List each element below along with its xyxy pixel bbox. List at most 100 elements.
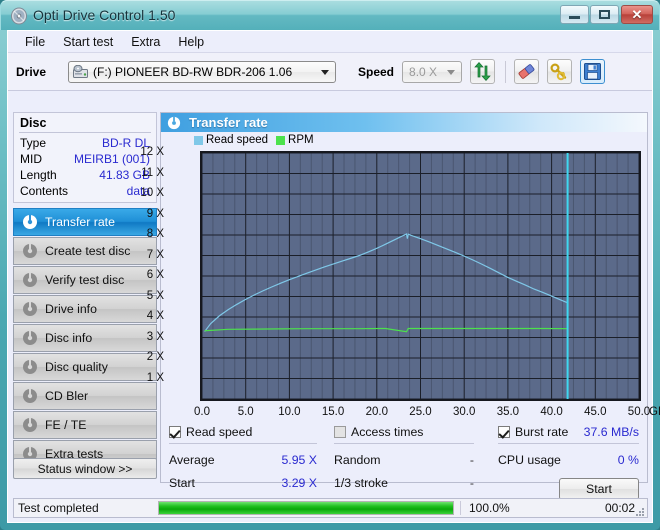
main-area: Disc Type BD-R DL MID MEIRB1 (001) Lengt… xyxy=(8,112,660,513)
x-axis-tick: 0.0 xyxy=(194,406,210,418)
legend-label-rpm: RPM xyxy=(288,134,314,146)
burst-rate-value: 37.6 MB/s xyxy=(583,425,639,439)
read-speed-label: Read speed xyxy=(186,425,253,439)
row-start: Start 3.29 X xyxy=(169,476,317,490)
access-times-checkbox[interactable] xyxy=(334,426,346,438)
status-text: Test completed xyxy=(18,501,99,515)
x-axis-tick: 5.0 xyxy=(237,406,254,418)
x-axis-tick: 25.0 xyxy=(409,406,432,418)
progress-percent: 100.0% xyxy=(460,501,526,515)
access-times-label: Access times xyxy=(351,425,424,439)
y-axis-tick: 3 X xyxy=(146,330,164,343)
average-value: 5.95 X xyxy=(281,453,317,467)
status-window-button[interactable]: Status window >> xyxy=(13,458,157,479)
burst-rate-label: Burst rate xyxy=(515,425,569,439)
start-button[interactable]: Start xyxy=(559,478,639,500)
read-speed-checkbox[interactable] xyxy=(169,426,181,438)
disc-icon xyxy=(22,272,38,288)
right-panel: Transfer rate Read speed RPM 1 X 2 X 3 X 4 … xyxy=(140,112,660,513)
drive-toolbar: Drive (F:) PIONEER BD-RW BDR-206 1.06 Sp… xyxy=(8,53,652,91)
toolbar-separator xyxy=(505,60,507,83)
x-axis-tick: 15.0 xyxy=(321,406,345,418)
divider xyxy=(334,443,474,444)
chart-container: Read speed RPM 1 X 2 X 3 X 4 X 5 X 6 X 7 X 8 X 9… xyxy=(140,132,660,420)
x-axis-tick: 10.0 xyxy=(278,406,301,418)
x-axis-tick: 20.0 xyxy=(365,406,388,418)
disc-icon xyxy=(10,7,28,25)
drive-value: (F:) PIONEER BD-RW BDR-206 1.06 xyxy=(93,64,293,79)
start-value: 3.29 X xyxy=(281,476,317,490)
start-label: Start xyxy=(169,476,195,490)
y-axis-tick: 5 X xyxy=(146,289,164,302)
disc-icon xyxy=(22,243,38,259)
menu-start-test[interactable]: Start test xyxy=(54,33,122,51)
minimize-icon[interactable] xyxy=(560,5,589,24)
results-column-burst-rate: Burst rate 37.6 MB/s CPU usage 0 % xyxy=(498,424,639,467)
speed-select[interactable]: 8.0 X xyxy=(402,60,463,83)
sidebar-item-label: FE / TE xyxy=(45,418,87,432)
panel-title: Transfer rate xyxy=(189,115,268,130)
access-times-header: Access times xyxy=(334,424,474,440)
disc-contents-label: Contents xyxy=(20,184,69,198)
third-stroke-value: - xyxy=(469,476,474,490)
third-stroke-label: 1/3 stroke xyxy=(334,476,388,490)
app-window: Opti Drive Control 1.50 ✕ File Start tes… xyxy=(0,0,660,530)
y-axis-tick: 10 X xyxy=(140,187,164,199)
y-axis-tick: 2 X xyxy=(146,351,164,363)
save-button[interactable] xyxy=(580,59,606,84)
disc-mid-label: MID xyxy=(20,152,42,166)
row-cpu-usage: CPU usage 0 % xyxy=(498,453,639,467)
sidebar-item-fe-te[interactable]: FE / TE xyxy=(13,411,157,439)
burst-rate-header: Burst rate 37.6 MB/s xyxy=(498,424,639,440)
read-speed-header: Read speed xyxy=(169,424,317,440)
menu-extra[interactable]: Extra xyxy=(122,33,169,51)
x-axis-tick: 35.0 xyxy=(496,406,520,418)
y-axis-tick: 8 X xyxy=(146,228,164,240)
y-axis-tick: 11 X xyxy=(141,166,164,179)
y-axis-tick: 1 X xyxy=(146,371,164,384)
legend-swatch-rpm xyxy=(276,135,286,145)
transfer-rate-plot xyxy=(200,151,641,401)
sidebar-item-label: Drive info xyxy=(45,302,97,316)
refresh-button[interactable] xyxy=(470,59,496,84)
window-title: Opti Drive Control 1.50 xyxy=(33,7,176,23)
settings-button[interactable] xyxy=(547,59,573,84)
y-axis-tick: 7 X xyxy=(146,248,164,261)
speed-value: 8.0 X xyxy=(409,64,438,79)
close-icon[interactable]: ✕ xyxy=(621,5,653,24)
disc-icon xyxy=(22,417,38,433)
erase-button[interactable] xyxy=(514,59,540,84)
maximize-icon[interactable] xyxy=(590,5,619,24)
disc-icon xyxy=(22,330,38,346)
speed-label: Speed xyxy=(358,64,395,79)
disc-panel-title: Disc xyxy=(20,116,47,130)
menu-file[interactable]: File xyxy=(16,33,54,51)
client-area: File Start test Extra Help Drive (F:) PI… xyxy=(7,30,660,523)
sidebar-item-cd-bler[interactable]: CD Bler xyxy=(13,382,157,410)
sidebar-item-label: CD Bler xyxy=(45,389,89,403)
x-axis-tick: 45.0 xyxy=(584,406,607,418)
disc-icon xyxy=(22,214,38,230)
row-average: Average 5.95 X xyxy=(169,453,317,467)
drive-select[interactable]: (F:) PIONEER BD-RW BDR-206 1.06 xyxy=(68,60,336,83)
drive-icon xyxy=(73,64,88,78)
menu-help[interactable]: Help xyxy=(169,33,213,51)
title-bar: Opti Drive Control 1.50 ✕ xyxy=(0,0,660,30)
disc-length-label: Length xyxy=(20,168,57,182)
random-label: Random xyxy=(334,453,381,467)
chart-legend: Read speed RPM xyxy=(194,134,322,146)
divider xyxy=(19,132,151,133)
x-axis-tick: 40.0 xyxy=(540,406,563,418)
y-axis-tick: 4 X xyxy=(146,310,164,322)
resize-grip-icon[interactable] xyxy=(635,506,645,516)
cpu-usage-value: 0 % xyxy=(617,453,639,467)
plot-svg xyxy=(202,153,639,399)
y-axis-tick: 12 X xyxy=(140,146,164,158)
disc-icon xyxy=(22,388,38,404)
x-axis-unit: GB xyxy=(649,406,660,418)
divider xyxy=(169,443,317,444)
burst-rate-checkbox[interactable] xyxy=(498,426,510,438)
divider xyxy=(498,443,639,444)
menu-bar: File Start test Extra Help xyxy=(8,31,652,53)
disc-icon xyxy=(167,116,181,130)
